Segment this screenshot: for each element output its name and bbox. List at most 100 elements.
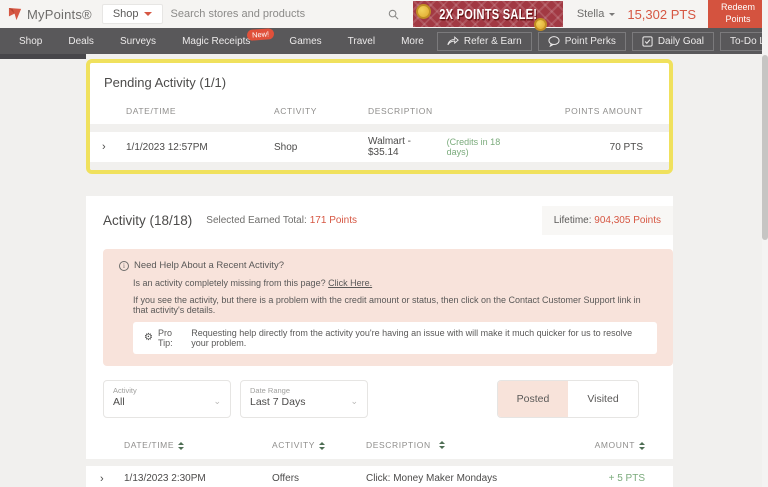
filters-row: Activity All ⌄ Date Range Last 7 Days ⌄ … [103,380,673,418]
pending-activity-card: Pending Activity (1/1) DATE/TIME ACTIVIT… [86,59,673,174]
tab-visited[interactable]: Visited [568,381,638,417]
nav-item-travel[interactable]: Travel [335,28,388,54]
header-shop-label: Shop [113,8,139,20]
pro-tip-pill: ⚙ Pro Tip: Requesting help directly from… [133,322,657,354]
pending-table-header: DATE/TIME ACTIVITY DESCRIPTION POINTS AM… [90,100,669,124]
lifetime-label: Lifetime: [554,215,592,226]
redeem-points-button[interactable]: Redeem Points [708,0,768,28]
info-icon: i [119,261,129,271]
pro-tip-icon: ⚙ [144,333,153,343]
activity-header: Activity (18/18) Selected Earned Total: … [86,206,673,235]
mypoints-logo-icon [8,7,23,22]
nav-item-magic-receipts[interactable]: Magic Receipts New! [169,28,276,54]
chevron-down-icon: ⌄ [213,396,221,407]
sort-icon[interactable] [639,442,645,450]
sort-header-description[interactable]: DESCRIPTION [366,440,525,450]
pending-col-datetime: DATE/TIME [126,106,274,116]
main-nav: Shop Deals Surveys Magic Receipts New! G… [0,28,768,54]
nav-item-shop[interactable]: Shop [6,28,55,54]
nav-item-deals[interactable]: Deals [55,28,107,54]
pending-col-activity: ACTIVITY [274,106,368,116]
header-shop-dropdown[interactable]: Shop [102,4,163,24]
activity-title: Activity (18/18) [103,213,192,228]
todo-list-button[interactable]: To-Do List 1/9 [720,32,768,51]
sort-icon[interactable] [319,442,325,450]
sort-header-datetime[interactable]: DATE/TIME [124,440,272,450]
selected-earned-label: Selected Earned Total: [206,215,306,226]
user-menu[interactable]: Stella [577,8,616,20]
refer-and-earn-button[interactable]: Refer & Earn [437,32,532,51]
divider [86,459,673,466]
divider [90,162,669,170]
pending-col-points-amount: POINTS AMOUNT [523,106,643,116]
credit-note: (Credits in 18 days) [447,137,523,157]
new-badge: New! [247,28,275,41]
points-sale-banner[interactable]: 2X POINTS SALE! [413,1,563,27]
sort-icon[interactable] [178,442,184,450]
activity-table-header: DATE/TIME ACTIVITY DESCRIPTION AMOUNT [86,434,673,459]
chevron-down-icon [609,13,615,16]
date-range-value: Last 7 Days [250,396,358,408]
sort-icon[interactable] [439,441,445,449]
lifetime-points-box: Lifetime: 904,305 Points [542,206,673,235]
user-name: Stella [577,8,605,20]
nav-left: Shop Deals Surveys Magic Receipts New! G… [6,28,437,54]
search-icon[interactable] [388,9,399,20]
scrollbar-track[interactable] [762,0,768,487]
date-range-label: Date Range [250,386,358,395]
sort-header-activity[interactable]: ACTIVITY [272,440,366,450]
scrollbar-thumb[interactable] [762,55,768,240]
pending-col-description: DESCRIPTION [368,106,523,116]
point-perks-button[interactable]: Point Perks [538,32,626,51]
selected-earned-value: 171 Points [310,215,357,226]
pending-activity-row[interactable]: › 1/1/2023 12:57PM Shop Walmart - $35.14… [90,132,669,162]
pending-row-description: Walmart - $35.14 (Credits in 18 days) [368,136,523,158]
chevron-down-icon: ⌄ [350,396,358,407]
divider [90,124,669,132]
share-arrow-icon [447,36,459,46]
checkbox-icon [642,36,653,47]
help-box: i Need Help About a Recent Activity? Is … [103,249,673,366]
pending-row-amount: 70 PTS [523,142,643,153]
pro-tip-text: Requesting help directly from the activi… [191,328,646,348]
speech-bubble-icon [548,36,560,47]
activity-filter-select[interactable]: Activity All ⌄ [103,380,231,418]
activity-filter-label: Activity [113,386,221,395]
coin-icon [416,4,431,19]
sort-header-amount[interactable]: AMOUNT [525,440,645,450]
daily-goal-button[interactable]: Daily Goal [632,32,714,51]
nav-right: Refer & Earn Point Perks Daily Goal To-D… [437,32,768,51]
help-line-missing: Is an activity completely missing from t… [133,278,657,288]
search-input[interactable] [163,8,388,20]
lifetime-value: 904,305 Points [594,215,661,226]
pro-tip-label: Pro Tip: [158,328,186,348]
search-bar [163,0,413,28]
tab-posted[interactable]: Posted [498,381,568,417]
main-content: Pending Activity (1/1) DATE/TIME ACTIVIT… [86,59,673,487]
pending-row-date: 1/1/2023 12:57PM [126,142,274,153]
points-balance: 15,302 PTS [627,7,696,22]
date-range-select[interactable]: Date Range Last 7 Days ⌄ [240,380,368,418]
brand-name: MyPoints® [27,7,92,22]
activity-row[interactable]: › 1/13/2023 2:30PM Offers Click: Money M… [86,466,673,487]
nav-item-surveys[interactable]: Surveys [107,28,169,54]
expand-chevron-icon[interactable]: › [100,473,124,485]
nav-item-more[interactable]: More [388,28,437,54]
coin-icon [534,18,547,31]
activity-filter-value: All [113,396,221,408]
expand-chevron-icon[interactable]: › [102,141,126,153]
help-line-support: If you see the activity, but there is a … [133,295,657,315]
activity-panel: Activity (18/18) Selected Earned Total: … [86,196,673,487]
chevron-down-icon [144,12,152,16]
pending-row-activity: Shop [274,142,368,153]
nav-item-games[interactable]: Games [276,28,334,54]
pending-activity-title: Pending Activity (1/1) [90,63,669,100]
posted-visited-toggle: Posted Visited [497,380,639,418]
help-title: Need Help About a Recent Activity? [134,260,284,271]
activity-table: DATE/TIME ACTIVITY DESCRIPTION AMOUNT › … [86,434,673,487]
top-header: MyPoints® Shop 2X POINTS SALE! Stella 15… [0,0,768,28]
nav-open-submenu-edge [0,54,86,59]
myPoints-logo[interactable]: MyPoints® [8,7,92,22]
sale-banner-text: 2X POINTS SALE! [439,5,537,23]
click-here-link[interactable]: Click Here. [328,278,372,288]
